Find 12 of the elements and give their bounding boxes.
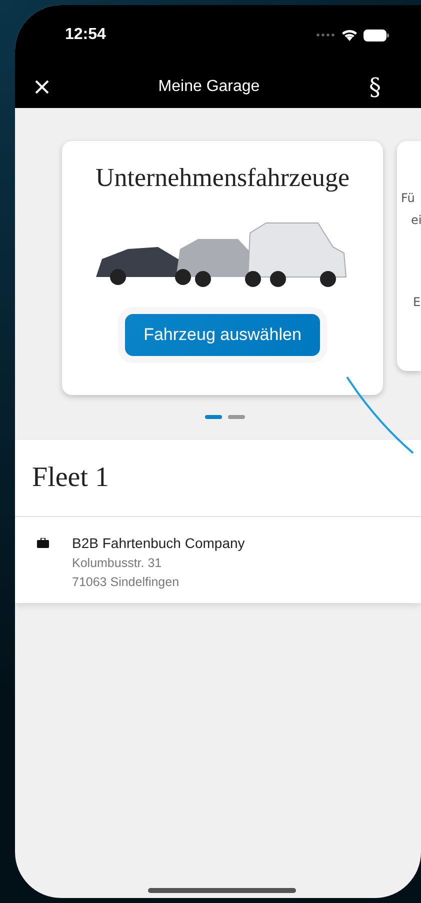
fleet-title: Fleet 1 xyxy=(32,462,109,494)
company-city: 71063 Sindelfingen xyxy=(72,575,180,589)
company-name: B2B Fahrtenbuch Company xyxy=(72,535,245,551)
card-title: Unternehmensfahrzeuge xyxy=(95,163,350,193)
select-vehicle-button[interactable]: Fahrzeug auswählen xyxy=(124,314,320,356)
company-street: Kolumbusstr. 31 xyxy=(72,556,163,570)
legal-button[interactable]: § xyxy=(368,72,381,100)
card-text: Fü xyxy=(401,191,416,205)
card-text: E xyxy=(412,295,421,309)
status-time: 12:54 xyxy=(65,26,106,44)
page-title: Meine Garage xyxy=(158,78,260,96)
card-text: ei xyxy=(410,213,421,227)
